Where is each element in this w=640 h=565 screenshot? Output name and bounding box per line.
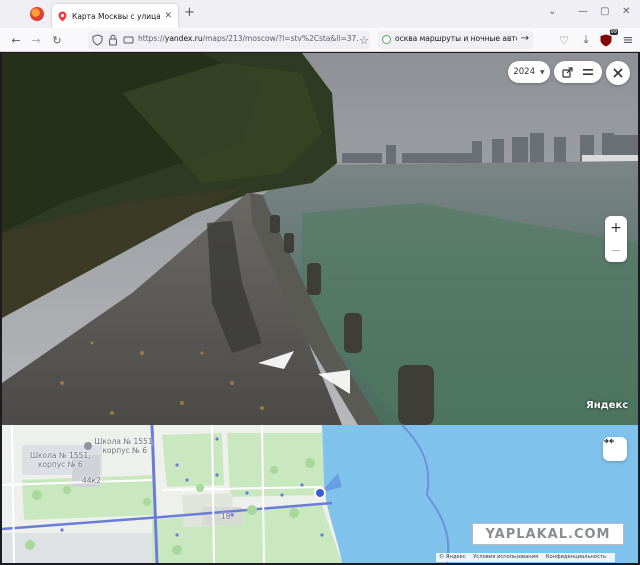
map-label-building-44k2: 44к2 xyxy=(82,476,101,485)
privacy-link[interactable]: Конфиденциальность xyxy=(546,554,606,560)
search-engine-icon xyxy=(382,35,391,44)
tab-title: Карта Москвы с улицами и ном xyxy=(72,11,161,21)
permissions-icon[interactable] xyxy=(123,34,134,46)
map-label-school-2: Школа № 1551, корпус № 6 xyxy=(30,451,91,469)
bookmark-star-icon[interactable]: ☆ xyxy=(356,32,372,48)
minimize-button[interactable]: — xyxy=(578,6,588,17)
year-select[interactable]: 2024 ▼ xyxy=(508,61,550,83)
search-bar[interactable]: осква маршруты и ночные автобусы → xyxy=(378,31,533,49)
back-arrow-icon[interactable]: ← xyxy=(8,32,24,48)
menu-icon[interactable] xyxy=(582,67,594,77)
zoom-out-button[interactable]: − xyxy=(605,239,627,262)
move-back-arrow-icon[interactable] xyxy=(256,349,296,371)
search-text: осква маршруты и ночные автобусы xyxy=(395,34,517,43)
lock-icon[interactable] xyxy=(108,34,118,46)
share-icon[interactable] xyxy=(562,66,573,78)
firefox-view-icon[interactable] xyxy=(30,7,44,21)
url-text: https://yandex.ru/maps/213/moscow/?l=stv… xyxy=(138,34,358,43)
mini-map[interactable]: Школа № 1551, корпус № 6 Школа № 1551, к… xyxy=(2,425,638,563)
browser-tab-active[interactable]: Карта Москвы с улицами и ном ✕ xyxy=(52,4,178,28)
forward-arrow-icon[interactable]: → xyxy=(28,32,44,48)
year-value: 2024 xyxy=(513,67,535,77)
tracking-shield-icon[interactable] xyxy=(92,34,103,46)
school-icon xyxy=(84,442,92,450)
terms-link[interactable]: Условия использования xyxy=(473,554,538,560)
browser-titlebar: Карта Москвы с улицами и ном ✕ + ⌄ — ▢ ✕ xyxy=(0,0,640,28)
map-label-building-18: 18 xyxy=(221,512,231,521)
tab-list-chevron-icon[interactable]: ⌄ xyxy=(548,6,556,17)
maximize-button[interactable]: ▢ xyxy=(600,6,609,17)
panorama-actions xyxy=(554,61,602,83)
site-watermark: YAPLAKAL.COM xyxy=(472,523,624,545)
street-panorama[interactable]: 2024 ▼ + − Яндекс xyxy=(2,53,638,425)
search-go-arrow-icon[interactable]: → xyxy=(521,33,529,44)
expand-map-button[interactable] xyxy=(603,437,627,461)
close-window-button[interactable]: ✕ xyxy=(622,6,630,17)
download-icon[interactable]: ⤓ xyxy=(578,32,594,48)
close-icon xyxy=(613,68,623,78)
close-panorama-button[interactable] xyxy=(606,61,630,85)
map-copyright: © Яндекс Условия использования Конфиденц… xyxy=(436,553,616,562)
tab-close-icon[interactable]: ✕ xyxy=(164,11,172,21)
pocket-icon[interactable]: ♡ xyxy=(556,32,572,48)
expand-arrows-icon xyxy=(604,438,614,444)
move-forward-arrow-icon[interactable] xyxy=(316,368,356,396)
yandex-maps-favicon-icon xyxy=(58,11,67,21)
extension-badge: 99 xyxy=(609,29,618,35)
extension-ublock-icon[interactable]: 99 xyxy=(598,29,618,48)
app-menu-icon[interactable]: ≡ xyxy=(620,32,636,48)
chevron-down-icon: ▼ xyxy=(540,68,545,76)
new-tab-button[interactable]: + xyxy=(184,6,195,20)
copyright-text: © Яндекс xyxy=(439,554,466,560)
yandex-logo: Яндекс xyxy=(586,400,629,411)
reload-icon[interactable]: ↻ xyxy=(49,32,65,48)
map-label-school-1: Школа № 1551, корпус № 6 xyxy=(84,437,155,455)
zoom-in-button[interactable]: + xyxy=(605,216,627,239)
browser-toolbar: ← → ↻ https://yandex.ru/maps/213/moscow/… xyxy=(0,28,640,52)
address-bar[interactable]: https://yandex.ru/maps/213/moscow/?l=stv… xyxy=(88,31,370,49)
zoom-control: + − xyxy=(605,216,627,262)
